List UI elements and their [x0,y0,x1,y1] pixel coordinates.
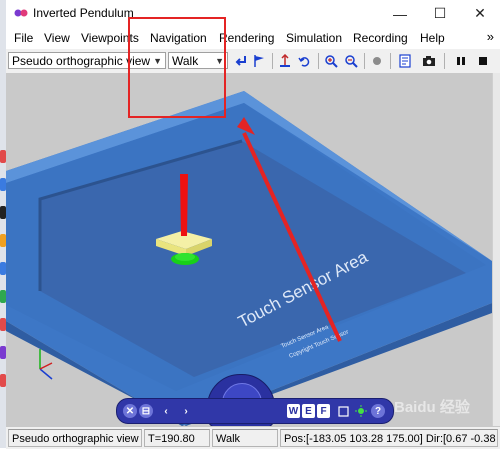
menu-file[interactable]: File [14,31,33,45]
undo-move-icon [298,57,310,67]
flag-icon [254,55,264,67]
go-to-home-button[interactable] [250,52,268,70]
status-time: T=190.80 [144,429,210,447]
app-window: Inverted Pendulum — ☐ ✕ File View Viewpo… [6,0,500,449]
zoom-out-icon [345,55,358,68]
stop-button[interactable] [474,52,492,70]
virtual-world-scene: Touch Sensor Area Touch Sensor Area Copy… [6,91,492,426]
pause-button[interactable] [452,52,470,70]
walk-mode-label: W [288,405,299,417]
toolbar: Pseudo orthographic view ▼ Walk ▼ [6,49,500,74]
title-bar[interactable]: Inverted Pendulum — ☐ ✕ [6,0,500,27]
close-dashboard-button[interactable]: ✕ [123,404,137,418]
chevron-left-icon: ‹ [164,405,168,417]
menu-bar: File View Viewpoints Navigation Renderin… [6,27,500,49]
return-to-viewpoint-button[interactable] [232,52,250,70]
toolbar-separator [364,53,365,69]
slide-right-button[interactable]: › [179,404,193,418]
light-toggle-button[interactable] [354,404,368,418]
maximize-icon: ☐ [433,5,447,21]
record-button[interactable] [368,52,386,70]
chevron-right-icon: › [184,405,188,417]
undo-move-button[interactable] [296,52,314,70]
examine-mode-button[interactable]: E [302,404,315,418]
frame-icon [337,405,349,417]
status-position: Pos:[-183.05 103.28 175.00] Dir:[0.67 -0… [280,429,498,447]
toolbar-separator [444,53,445,69]
z-axis-line [39,362,53,370]
vertical-scrollbar[interactable] [492,73,500,426]
menu-rendering[interactable]: Rendering [219,31,274,45]
zoom-in-button[interactable] [322,52,340,70]
straighten-button[interactable] [336,404,350,418]
status-navigation-mode: Walk [212,429,278,447]
menu-recording[interactable]: Recording [353,31,408,45]
walk-mode-button[interactable]: W [287,404,300,418]
zoom-out-button[interactable] [342,52,360,70]
straighten-up-icon [280,54,290,67]
menu-view[interactable]: View [44,31,70,45]
menu-help[interactable]: Help [420,31,445,45]
block-diagram-button[interactable] [396,52,414,70]
help-button[interactable]: ? [371,404,385,418]
toolbar-separator [390,53,391,69]
matlab-app-icon [14,9,28,17]
watermark: Baidu 经验 [394,399,470,416]
x-axis-line [39,368,53,380]
3d-viewport[interactable]: Touch Sensor Area Touch Sensor Area Copy… [6,73,492,426]
close-button[interactable]: ✕ [460,0,500,27]
help-icon: ? [374,405,382,417]
slide-left-button[interactable]: ‹ [159,404,173,418]
pendulum-rod [180,174,188,236]
fly-mode-button[interactable]: F [317,404,330,418]
block-diagram-icon [399,54,411,68]
maximize-button[interactable]: ☐ [420,0,460,27]
minimize-button[interactable]: — [380,0,420,27]
minimize-icon: ⊟ [141,405,151,417]
toolbar-separator [272,53,273,69]
snapshot-button[interactable] [420,52,438,70]
menu-overflow-chevron[interactable]: » [487,29,494,44]
fly-mode-label: F [320,405,327,417]
headlight-icon [355,405,367,417]
minimize-dashboard-button[interactable]: ⊟ [139,404,153,418]
status-bar: Pseudo orthographic view T=190.80 Walk P… [6,426,500,449]
zoom-in-icon [325,55,338,68]
stop-icon [479,57,487,65]
examine-mode-label: E [305,405,312,417]
status-viewpoint: Pseudo orthographic view [8,429,142,447]
toolbar-separator [318,53,319,69]
pendulum-base-top [175,253,195,261]
close-icon: ✕ [125,405,135,417]
minimize-icon: — [393,5,407,22]
pause-icon [457,57,465,65]
record-icon [373,57,381,65]
camera-icon [423,56,435,66]
annotation-highlight-box [128,17,226,118]
menu-simulation[interactable]: Simulation [286,31,342,45]
return-to-viewpoint-icon [235,56,246,66]
close-icon: ✕ [474,5,486,21]
navigation-dashboard: ✕ ⊟ ‹ › W E F ? [116,398,394,424]
window-title: Inverted Pendulum [33,6,134,20]
straighten-up-button[interactable] [276,52,294,70]
